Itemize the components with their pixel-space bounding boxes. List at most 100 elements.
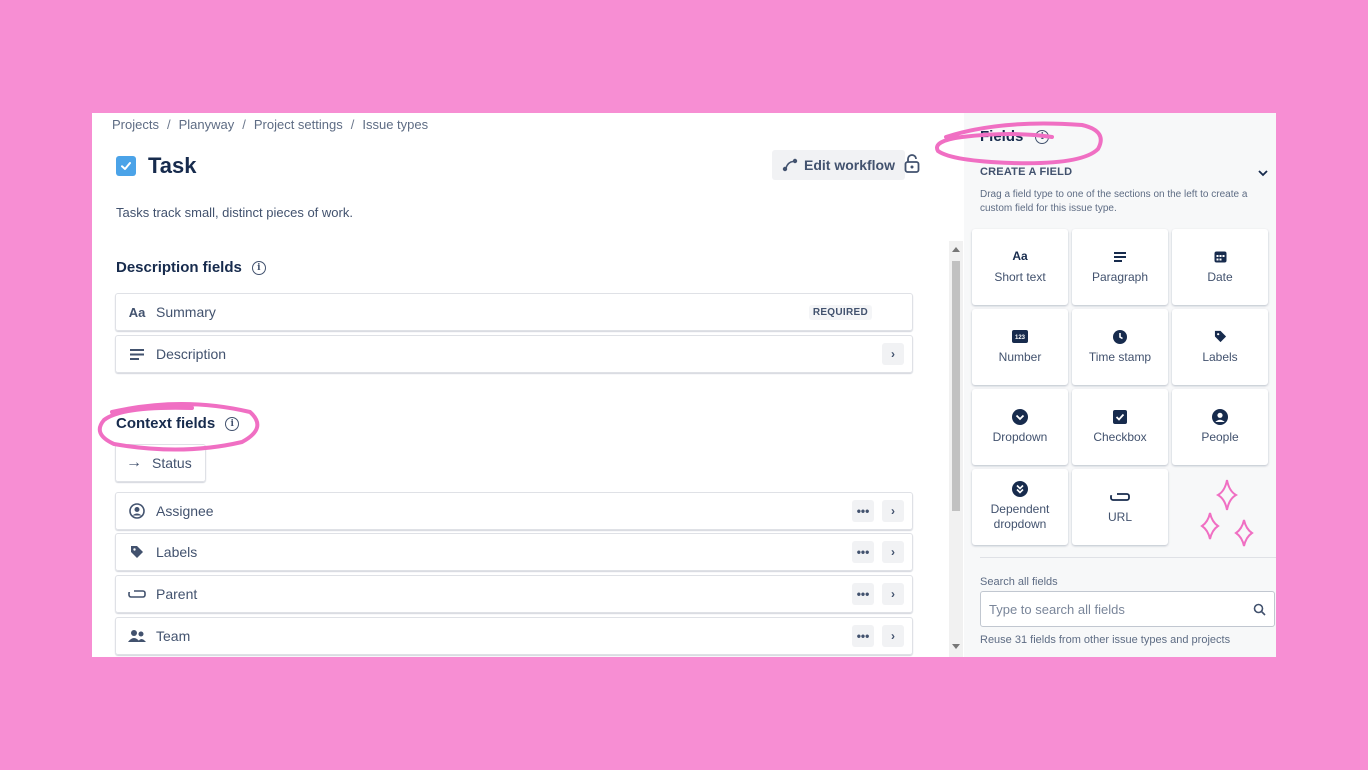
create-field-label: CREATE A FIELD <box>980 166 1073 178</box>
field-row-description[interactable]: Description › <box>115 335 913 373</box>
number-icon: 123 <box>1012 330 1028 344</box>
search-icon[interactable] <box>1253 603 1266 616</box>
status-label: Status <box>152 455 192 471</box>
status-field-chip[interactable]: → Status <box>115 444 206 482</box>
breadcrumb-separator: / <box>242 117 246 132</box>
field-label: Team <box>156 628 191 644</box>
breadcrumb-separator: / <box>350 117 355 132</box>
field-type-number[interactable]: 123 Number <box>972 309 1068 385</box>
tile-label: Date <box>1207 269 1233 284</box>
title-row: Task <box>116 153 197 179</box>
edit-workflow-label: Edit workflow <box>804 157 895 173</box>
field-row-assignee[interactable]: Assignee ••• › <box>115 492 913 530</box>
breadcrumb-project[interactable]: Planyway <box>179 117 235 132</box>
link-icon <box>1110 490 1130 504</box>
paragraph-icon <box>1114 250 1126 264</box>
more-icon[interactable]: ••• <box>852 583 874 605</box>
row-actions: ••• › <box>852 583 904 605</box>
info-icon[interactable]: i <box>1035 129 1050 144</box>
field-label: Description <box>156 346 227 362</box>
chevron-down-icon[interactable] <box>1257 167 1269 179</box>
scroll-up-arrow-icon[interactable] <box>952 247 960 252</box>
field-type-labels[interactable]: Labels <box>1172 309 1268 385</box>
tag-icon <box>128 545 146 559</box>
breadcrumb-project-settings[interactable]: Project settings <box>254 117 343 132</box>
more-icon[interactable]: ••• <box>852 541 874 563</box>
fields-heading: Fields i <box>980 128 1050 145</box>
row-actions: › <box>882 343 904 365</box>
field-type-url[interactable]: URL <box>1072 469 1168 545</box>
field-row-labels[interactable]: Labels ••• › <box>115 533 913 571</box>
tile-label: Checkbox <box>1093 429 1147 444</box>
chevron-right-icon[interactable]: › <box>882 583 904 605</box>
chevron-right-icon[interactable]: › <box>882 625 904 647</box>
search-fields-box[interactable] <box>980 591 1275 627</box>
description-fields-title: Description fields <box>116 259 242 276</box>
clock-icon <box>1113 329 1127 344</box>
double-chevron-circle-icon <box>1012 481 1028 497</box>
create-field-help: Drag a field type to one of the sections… <box>980 189 1248 214</box>
issue-type-editor: Projects / Planyway / Project settings /… <box>92 113 962 657</box>
svg-text:123: 123 <box>1015 335 1026 341</box>
fields-title: Fields <box>980 128 1024 145</box>
tile-label: Dependent dropdown <box>990 502 1050 531</box>
field-row-parent[interactable]: Parent ••• › <box>115 575 913 613</box>
search-fields-input[interactable] <box>989 601 1239 617</box>
tile-label: Number <box>998 349 1042 364</box>
tile-label: Labels <box>1202 349 1238 364</box>
field-type-dropdown[interactable]: Dropdown <box>972 389 1068 465</box>
person-icon <box>128 503 146 519</box>
team-icon <box>128 629 146 643</box>
chevron-right-icon[interactable]: › <box>882 541 904 563</box>
text-icon: Aa <box>1012 249 1028 263</box>
paragraph-icon <box>128 348 146 360</box>
field-label: Labels <box>156 544 198 560</box>
scroll-down-arrow-icon[interactable] <box>952 644 960 649</box>
row-actions: ••• › <box>852 625 904 647</box>
tile-label: Short text <box>994 269 1046 284</box>
field-label: Assignee <box>156 503 214 519</box>
more-icon[interactable]: ••• <box>852 500 874 522</box>
lock-icon[interactable] <box>904 154 920 174</box>
scrollbar[interactable] <box>949 241 963 657</box>
info-icon[interactable]: i <box>225 416 240 431</box>
breadcrumb-issue-types[interactable]: Issue types <box>362 117 428 132</box>
breadcrumb: Projects / Planyway / Project settings /… <box>112 117 428 132</box>
row-actions: ••• › <box>852 541 904 563</box>
context-fields-title: Context fields <box>116 415 216 432</box>
person-icon <box>1212 408 1228 425</box>
link-icon <box>128 589 146 599</box>
chevron-right-icon[interactable]: › <box>882 500 904 522</box>
field-type-dependent-dropdown[interactable]: Dependent dropdown <box>972 469 1068 545</box>
field-type-people[interactable]: People <box>1172 389 1268 465</box>
edit-workflow-button[interactable]: Edit workflow <box>772 150 905 180</box>
field-label: Parent <box>156 586 198 602</box>
tag-icon <box>1214 330 1227 344</box>
text-icon: Aa <box>128 304 146 320</box>
info-icon[interactable]: i <box>251 260 266 275</box>
tile-label: Time stamp <box>1088 349 1152 364</box>
field-type-paragraph[interactable]: Paragraph <box>1072 229 1168 305</box>
reuse-fields-text: Reuse 31 fields from other issue types a… <box>980 634 1231 646</box>
field-type-date[interactable]: Date <box>1172 229 1268 305</box>
chevron-right-icon[interactable]: › <box>882 343 904 365</box>
row-actions: ••• › <box>852 500 904 522</box>
field-type-short-text[interactable]: Aa Short text <box>972 229 1068 305</box>
breadcrumb-separator: / <box>166 117 171 132</box>
field-type-time-stamp[interactable]: Time stamp <box>1072 309 1168 385</box>
task-type-icon <box>116 156 136 176</box>
arrow-right-icon: → <box>126 454 142 471</box>
app-window: Projects / Planyway / Project settings /… <box>92 113 1276 657</box>
field-type-checkbox[interactable]: Checkbox <box>1072 389 1168 465</box>
scroll-thumb[interactable] <box>952 261 960 511</box>
search-fields-label: Search all fields <box>980 576 1058 588</box>
tile-label: People <box>1201 429 1239 444</box>
panel-divider <box>980 557 1276 558</box>
calendar-icon <box>1214 250 1227 264</box>
field-row-team[interactable]: Team ••• › <box>115 617 913 655</box>
breadcrumb-projects[interactable]: Projects <box>112 117 159 132</box>
field-row-summary[interactable]: Aa Summary REQUIRED <box>115 293 913 331</box>
checkbox-icon <box>1113 409 1127 424</box>
required-badge: REQUIRED <box>808 304 872 320</box>
more-icon[interactable]: ••• <box>852 625 874 647</box>
